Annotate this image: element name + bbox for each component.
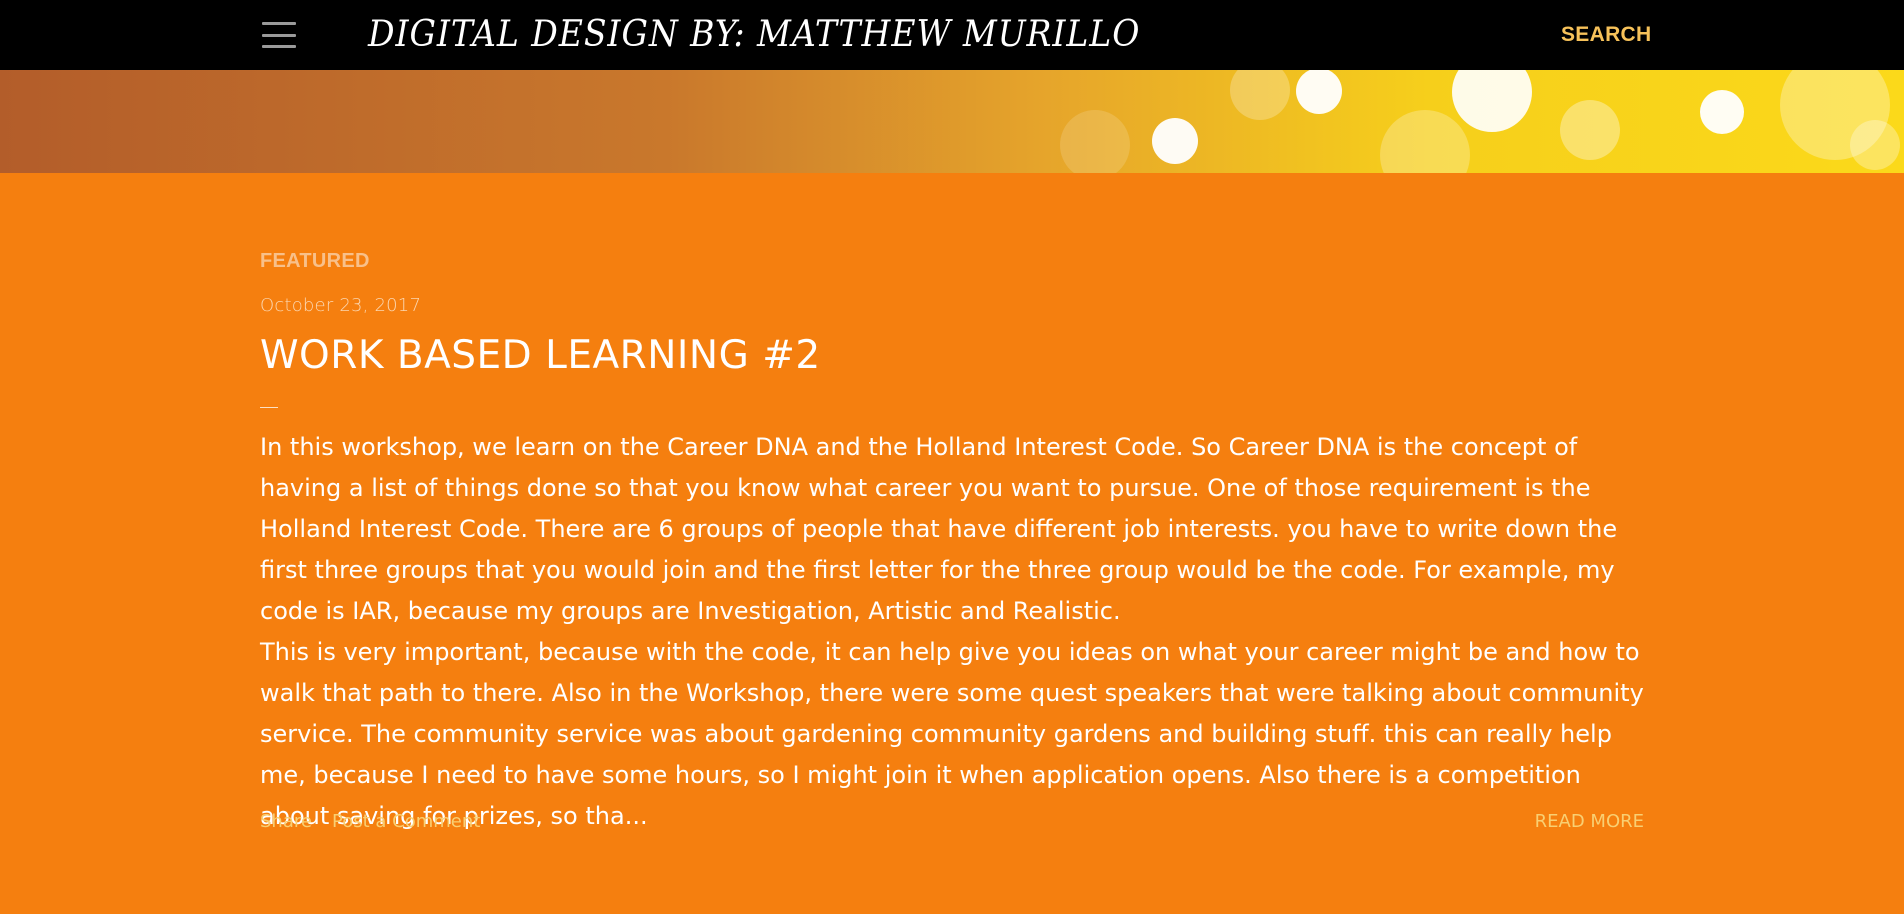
bokeh-light [1700, 90, 1744, 134]
bokeh-light [1296, 70, 1342, 114]
share-link[interactable]: Share [260, 811, 312, 832]
menu-line [262, 45, 296, 48]
post-paragraph: This is very important, because with the… [260, 638, 1644, 830]
bokeh-light [1230, 70, 1290, 120]
post-snippet: In this workshop, we learn on the Career… [260, 427, 1650, 837]
search-button[interactable]: SEARCH [1561, 20, 1651, 50]
bokeh-light [1560, 100, 1620, 160]
bokeh-light [1152, 118, 1198, 164]
post-title[interactable]: WORK BASED LEARNING #2 [260, 333, 821, 378]
bokeh-light [1380, 110, 1470, 173]
menu-line [262, 22, 296, 25]
post-paragraph: In this workshop, we learn on the Career… [260, 433, 1618, 625]
post-footer: Share Post a Comment READ MORE [260, 811, 1644, 835]
post-date[interactable]: October 23, 2017 [260, 295, 421, 316]
bokeh-light [1452, 70, 1532, 132]
title-divider [260, 407, 278, 408]
bokeh-light [1850, 120, 1900, 170]
hamburger-menu-icon[interactable] [262, 22, 296, 48]
top-navigation-bar: DIGITAL DESIGN BY: MATTHEW MURILLO SEARC… [0, 0, 1904, 70]
site-title[interactable]: DIGITAL DESIGN BY: MATTHEW MURILLO [368, 10, 1140, 60]
bokeh-light [1060, 110, 1130, 173]
post-comment-link[interactable]: Post a Comment [332, 811, 480, 832]
featured-section-label: FEATURED [260, 250, 370, 272]
menu-line [262, 33, 296, 37]
read-more-link[interactable]: READ MORE [1535, 811, 1644, 832]
header-banner-image [0, 70, 1904, 173]
main-content: FEATURED October 23, 2017 WORK BASED LEA… [0, 173, 1904, 914]
